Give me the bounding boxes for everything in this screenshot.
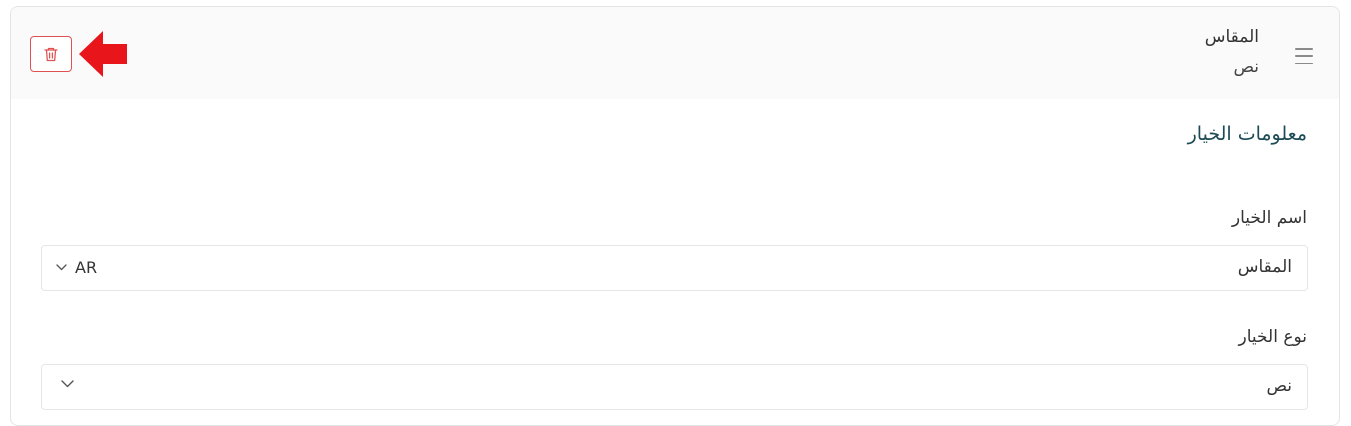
hamburger-menu-icon[interactable]	[1294, 46, 1314, 66]
option-type-select[interactable]: نص	[41, 364, 1308, 410]
option-name-field[interactable]: المقاس AR	[41, 245, 1308, 291]
option-title: المقاس	[1204, 27, 1259, 47]
section-title: معلومات الخيار	[1187, 123, 1307, 145]
delete-option-button[interactable]	[30, 36, 72, 72]
option-type-label: نوع الخيار	[1238, 327, 1307, 347]
option-type-value: نص	[1266, 376, 1292, 396]
option-name-label: اسم الخيار	[1231, 208, 1307, 228]
language-select-value: AR	[75, 258, 98, 277]
option-subtitle: نص	[1233, 57, 1259, 77]
chevron-down-icon	[56, 264, 67, 271]
annotation-arrow-icon	[79, 31, 127, 77]
option-name-value[interactable]: المقاس	[1238, 257, 1292, 277]
language-select[interactable]: AR	[56, 258, 97, 277]
chevron-down-icon[interactable]	[61, 380, 74, 388]
trash-icon	[44, 47, 58, 61]
option-card-header: المقاس نص	[11, 7, 1339, 99]
option-card: المقاس نص معلومات الخيار اسم الخيار المق…	[10, 6, 1340, 426]
